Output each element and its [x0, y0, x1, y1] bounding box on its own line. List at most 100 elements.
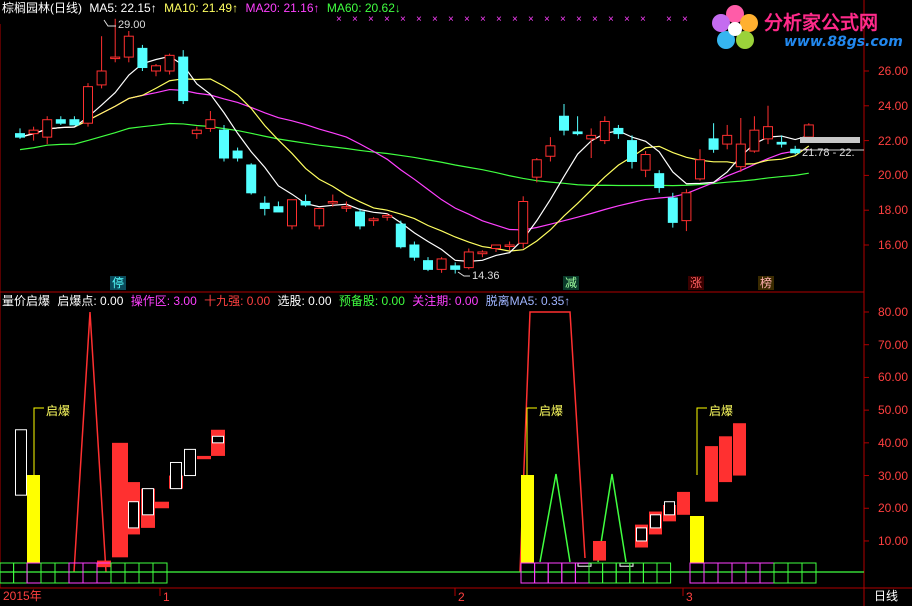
candle[interactable] — [790, 145, 801, 155]
candle[interactable] — [735, 117, 746, 172]
indicator-bar-hollow — [170, 461, 182, 490]
candle[interactable] — [151, 64, 161, 77]
candle[interactable] — [627, 135, 637, 169]
candle[interactable] — [232, 147, 243, 162]
candle[interactable] — [559, 104, 569, 136]
logo-url: www.88gs.com — [784, 34, 903, 50]
indicator-bar-body — [155, 501, 169, 509]
signal-x-mark: × — [560, 14, 566, 25]
candle[interactable] — [219, 124, 229, 162]
candle[interactable] — [341, 201, 352, 212]
operation-zone-box — [82, 562, 98, 584]
candle[interactable] — [654, 170, 665, 193]
operation-zone-box — [547, 562, 563, 584]
candle[interactable] — [640, 151, 651, 178]
candle[interactable] — [681, 189, 692, 232]
ma5-value: MA5: 22.15↑ — [89, 1, 157, 15]
candle-body — [491, 244, 501, 249]
signal-x-mark: × — [496, 14, 502, 25]
candle[interactable] — [96, 36, 107, 89]
candle[interactable] — [463, 248, 474, 270]
signal-x-mark: × — [336, 14, 342, 25]
signal-x-mark: × — [464, 14, 470, 25]
candle[interactable] — [42, 116, 53, 145]
candle[interactable] — [695, 149, 705, 181]
candle-body — [463, 251, 474, 269]
candle[interactable] — [246, 163, 257, 195]
candle[interactable] — [599, 116, 610, 145]
indicator-bar — [141, 488, 155, 528]
candle[interactable] — [83, 83, 93, 127]
operation-zone-boxes — [0, 562, 817, 584]
qibao-label: 启爆 — [539, 404, 564, 418]
candle[interactable] — [531, 158, 542, 183]
candle[interactable] — [178, 50, 189, 105]
candle-body — [123, 35, 134, 58]
candle[interactable] — [545, 137, 556, 162]
indicator-axis-tick: 30.00 — [877, 468, 908, 483]
candle-body — [708, 138, 719, 150]
operation-zone-box — [745, 562, 761, 584]
operation-zone-box — [54, 562, 70, 584]
candle[interactable] — [355, 208, 365, 230]
candle[interactable] — [423, 257, 433, 272]
candle[interactable] — [491, 244, 501, 252]
time-label-month-2: 2 — [458, 590, 465, 604]
candle[interactable] — [137, 44, 148, 71]
candle-body — [504, 244, 515, 247]
candle[interactable] — [395, 220, 406, 249]
candle[interactable] — [763, 105, 773, 145]
candle[interactable] — [287, 199, 297, 230]
signal-x-mark: × — [608, 14, 614, 25]
candle-body — [273, 206, 284, 213]
indicator-bar-hollow — [212, 435, 224, 444]
indicator-shijiuqiang: 十九强: 0.00 — [204, 294, 271, 308]
candle[interactable] — [205, 111, 216, 132]
indicator-bar-body — [112, 442, 128, 558]
ma10-value: MA10: 21.49↑ — [164, 1, 239, 15]
candle-body — [395, 223, 406, 248]
candle-body — [355, 211, 365, 227]
candle[interactable] — [613, 124, 624, 139]
candle[interactable] — [55, 116, 66, 125]
candle[interactable] — [191, 126, 202, 139]
operation-zone-box — [138, 562, 154, 584]
period-label[interactable]: 日线 — [874, 587, 898, 604]
candle[interactable] — [572, 116, 583, 136]
candle[interactable] — [722, 124, 733, 150]
candle[interactable] — [123, 30, 134, 63]
candle-body — [667, 197, 678, 223]
candle[interactable] — [300, 194, 311, 207]
candle-body — [164, 54, 175, 72]
candlestick-series[interactable] — [15, 18, 814, 274]
candle[interactable] — [314, 207, 325, 230]
qibao-label: 启爆 — [46, 404, 71, 418]
candle-body — [477, 251, 488, 255]
indicator-bar-hollow — [650, 514, 661, 529]
candle-body — [572, 131, 583, 135]
indicator-bar-hollow — [636, 527, 647, 542]
candle[interactable] — [436, 257, 447, 273]
candle[interactable] — [259, 196, 270, 216]
candle[interactable] — [409, 241, 420, 261]
candle-body — [83, 86, 93, 124]
candle[interactable] — [667, 192, 678, 228]
operation-zone-box — [561, 562, 576, 584]
indicator-bar-body — [705, 446, 718, 502]
candle[interactable] — [708, 123, 719, 153]
candle-body — [151, 65, 161, 72]
indicator-bar — [733, 423, 746, 476]
candle[interactable] — [477, 250, 488, 258]
candle[interactable] — [749, 116, 760, 153]
candle[interactable] — [368, 217, 379, 226]
candle[interactable] — [273, 201, 284, 213]
candle-body — [137, 47, 148, 69]
candle[interactable] — [28, 126, 39, 141]
candle[interactable] — [164, 53, 175, 75]
candle[interactable] — [15, 128, 25, 139]
candle[interactable] — [518, 196, 529, 249]
candle[interactable] — [69, 116, 80, 126]
signal-x-mark: × — [352, 14, 358, 25]
signal-x-mark: × — [384, 14, 390, 25]
candle[interactable] — [382, 213, 393, 221]
